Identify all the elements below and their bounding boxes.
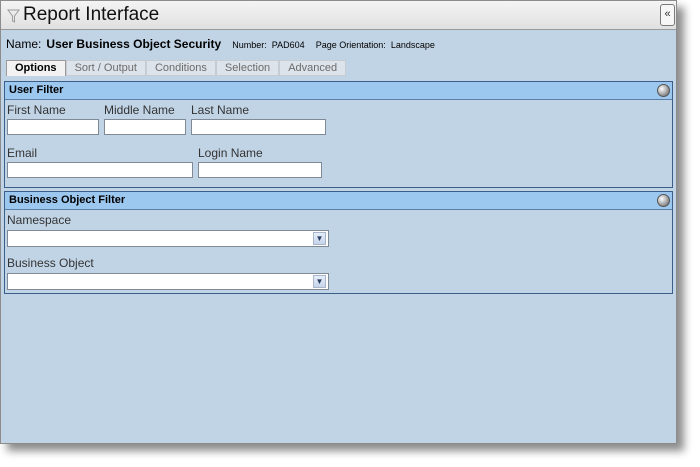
collapse-button[interactable]: « [660, 4, 675, 26]
login-name-label: Login Name [198, 146, 263, 160]
report-window: Report Interface « Name: User Business O… [0, 0, 677, 444]
chevron-down-icon[interactable]: ▼ [313, 232, 326, 245]
last-name-label: Last Name [191, 103, 250, 117]
business-object-filter-title: Business Object Filter [9, 194, 126, 206]
business-object-filter-header: Business Object Filter [5, 192, 672, 210]
namespace-label: Namespace [7, 213, 72, 227]
middle-name-field[interactable] [104, 119, 186, 135]
middle-name-label: Middle Name [104, 103, 175, 117]
tab-selection[interactable]: Selection [215, 60, 280, 76]
tab-bar: Options Sort / Output Conditions Selecti… [6, 60, 347, 76]
funnel-icon [7, 9, 20, 23]
user-filter-panel: User Filter First Name Middle Name Last … [4, 81, 673, 188]
name-label: Name: [6, 37, 42, 51]
orientation-value: Landscape [390, 40, 435, 50]
tab-options[interactable]: Options [6, 60, 66, 76]
title-bar: Report Interface « [1, 1, 676, 30]
collapse-circle-icon[interactable] [657, 84, 670, 97]
report-number: PAD604 [271, 40, 305, 50]
tab-sort-output[interactable]: Sort / Output [65, 60, 146, 76]
chevron-down-icon[interactable]: ▼ [313, 275, 326, 288]
user-filter-header: User Filter [5, 82, 672, 100]
business-object-label: Business Object [7, 256, 94, 270]
email-field[interactable] [7, 162, 193, 178]
first-name-label: First Name [7, 103, 66, 117]
report-info-bar: Name: User Business Object Security Numb… [6, 37, 435, 51]
namespace-select[interactable]: ▼ [7, 230, 329, 247]
last-name-field[interactable] [191, 119, 326, 135]
login-name-field[interactable] [198, 162, 322, 178]
first-name-field[interactable] [7, 119, 99, 135]
window-title: Report Interface [23, 4, 160, 25]
number-label: Number: [232, 40, 267, 50]
tab-advanced[interactable]: Advanced [279, 60, 347, 76]
business-object-filter-panel: Business Object Filter Namespace ▼ Busin… [4, 191, 673, 294]
collapse-circle-icon[interactable] [657, 194, 670, 207]
user-filter-title: User Filter [9, 84, 64, 96]
report-name: User Business Object Security [46, 37, 222, 51]
tab-conditions[interactable]: Conditions [145, 60, 216, 76]
orientation-label: Page Orientation: [315, 40, 386, 50]
email-label: Email [7, 146, 38, 160]
business-object-select[interactable]: ▼ [7, 273, 329, 290]
